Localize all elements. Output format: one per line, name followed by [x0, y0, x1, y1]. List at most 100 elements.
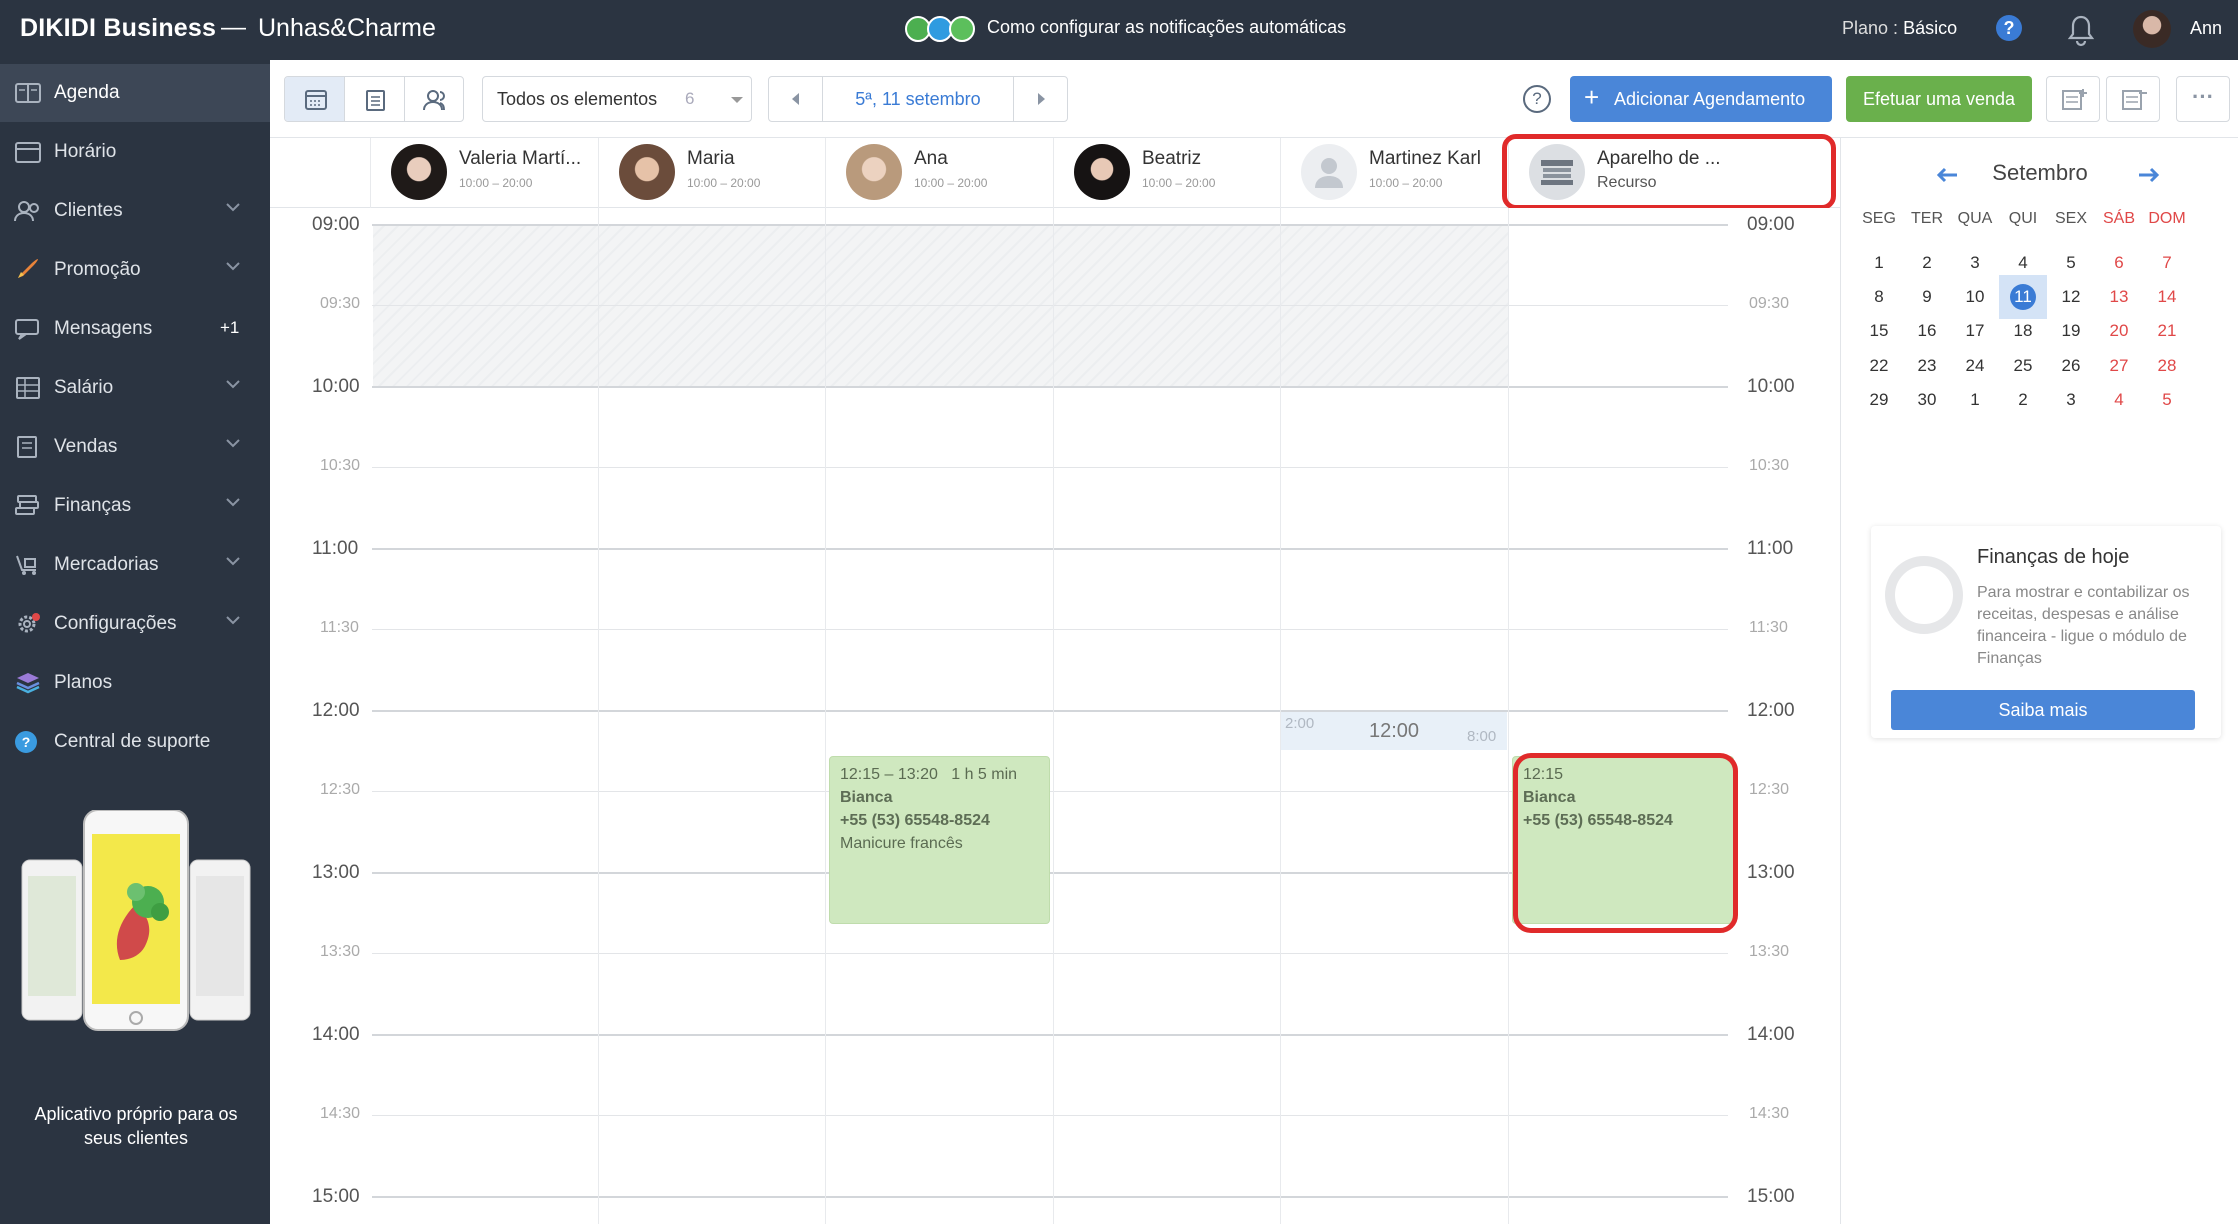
hour-line	[372, 548, 1728, 550]
make-sale-button[interactable]: Efetuar uma venda	[1846, 76, 2032, 122]
plan-indicator[interactable]: Plano : Básico	[1842, 18, 1957, 39]
calendar-day[interactable]: 5	[2143, 378, 2191, 422]
calendar-day[interactable]: 4	[2095, 378, 2143, 422]
today-marker: 11	[2010, 284, 2036, 311]
weekday-label: QUI	[2008, 210, 2038, 227]
calendar-day[interactable]: 2	[1999, 378, 2047, 422]
calendar-day[interactable]: 30	[1903, 378, 1951, 422]
chevron-down-icon	[226, 616, 240, 625]
calendar-day[interactable]: 3	[2047, 378, 2095, 422]
sidebar-item-label: Promoção	[54, 259, 141, 280]
promo-link-text[interactable]: Como configurar as notificações automáti…	[987, 17, 1346, 38]
time-label: 14:00	[1747, 1024, 1795, 1045]
resource-header-highlight	[1502, 134, 1836, 210]
sidebar-item-label: Configurações	[54, 613, 177, 634]
slot-time: 12:00	[1369, 720, 1420, 742]
staff-icon	[423, 90, 445, 111]
plans-icon	[16, 673, 40, 694]
hour-line	[372, 1196, 1728, 1198]
time-label: 13:30	[1749, 943, 1790, 960]
calendar-day[interactable]: 29	[1855, 378, 1903, 422]
add-appointment-button[interactable]: + Adicionar Agendamento	[1570, 76, 1832, 122]
bell-icon[interactable]	[2066, 13, 2096, 47]
sidebar-item-horario[interactable]: Horário	[0, 123, 270, 181]
staff-avatar	[1074, 144, 1130, 200]
help-icon[interactable]: ?	[1996, 15, 2022, 41]
slot-end-fragment: 8:00	[1467, 728, 1497, 745]
staff-view-button[interactable]	[405, 77, 463, 121]
calendar-view-button[interactable]	[285, 77, 345, 121]
clients-icon	[14, 201, 39, 222]
sidebar-item-label: Central de suporte	[54, 731, 211, 752]
sidebar-item-label: Mercadorias	[54, 554, 159, 575]
user-avatar[interactable]	[2133, 10, 2171, 48]
weekday-label: SÁB	[2102, 210, 2135, 227]
time-label: 09:30	[320, 295, 361, 312]
chevron-down-icon	[226, 262, 240, 271]
sidebar-item-mensagens[interactable]: Mensagens +1	[0, 300, 270, 358]
filter-label: Todos os elementos	[497, 89, 658, 109]
sidebar-item-configuracoes[interactable]: Configurações	[0, 595, 270, 653]
sidebar-item-mercadorias[interactable]: Mercadorias	[0, 536, 270, 594]
dropdown-caret-icon	[731, 97, 743, 103]
column-divider	[598, 208, 599, 1224]
resource-appointment-highlight	[1513, 753, 1738, 933]
appointment-duration: 1 h 5 min	[951, 766, 1018, 783]
staff-column-header[interactable]: Beatriz 10:00 – 20:00	[1053, 138, 1280, 208]
sidebar-item-planos[interactable]: Planos	[0, 654, 270, 712]
chevron-down-icon	[226, 557, 240, 566]
sidebar-item-financas[interactable]: Finanças	[0, 477, 270, 535]
sidebar-item-suporte[interactable]: ? Central de suporte	[0, 713, 270, 771]
time-label: 15:00	[312, 1186, 360, 1207]
time-label: 13:00	[1747, 862, 1795, 883]
next-month-icon[interactable]	[2137, 166, 2161, 184]
hour-line	[372, 386, 1728, 388]
weekday-label: SEG	[1862, 210, 1896, 227]
cash-out-button[interactable]	[2106, 76, 2160, 122]
user-name[interactable]: Ann	[2190, 18, 2222, 39]
brand-logo[interactable]: DIKIDI Business	[20, 14, 216, 43]
staff-hours: 10:00 – 20:00	[914, 176, 988, 190]
half-hour-line	[372, 1115, 1728, 1116]
more-options-button[interactable]: ···	[2176, 76, 2230, 122]
staff-column-header[interactable]: Martinez Karl 10:00 – 20:00	[1280, 138, 1507, 208]
sidebar-item-agenda[interactable]: Agenda	[0, 64, 270, 122]
sidebar-item-promocao[interactable]: Promoção	[0, 241, 270, 299]
prev-day-button[interactable]	[769, 77, 823, 121]
appointment-service: Manicure francês	[840, 835, 963, 852]
salon-name[interactable]: Unhas&Charme	[258, 14, 436, 43]
next-day-button[interactable]	[1013, 77, 1067, 121]
weekday-label: QUA	[1957, 210, 1993, 227]
sidebar-item-clientes[interactable]: Clientes	[0, 182, 270, 240]
elements-filter-select[interactable]: Todos os elementos 6	[482, 76, 752, 122]
time-label: 13:30	[320, 943, 361, 960]
messages-badge: +1	[220, 318, 240, 337]
filter-count: 6	[685, 89, 695, 108]
current-date[interactable]: 5ª, 11 setembro	[823, 89, 1013, 110]
staff-avatar	[391, 144, 447, 200]
app-promo[interactable]: Aplicativo próprio para os seus clientes	[20, 810, 252, 1170]
staff-column-header[interactable]: Maria 10:00 – 20:00	[598, 138, 825, 208]
hour-line	[372, 224, 1728, 226]
column-divider	[1053, 208, 1054, 1224]
weekday-label: DOM	[2148, 210, 2186, 227]
staff-column-header[interactable]: Ana 10:00 – 20:00	[825, 138, 1052, 208]
time-label: 10:30	[1749, 457, 1790, 474]
question-icon[interactable]: ?	[1523, 85, 1551, 113]
time-label: 11:00	[312, 538, 359, 559]
calendar-day[interactable]: 1	[1951, 378, 1999, 422]
sidebar-item-vendas[interactable]: Vendas	[0, 418, 270, 476]
list-view-button[interactable]	[345, 77, 405, 121]
appointment-card[interactable]: 12:15 – 13:20 1 h 5 min Bianca +55 (53) …	[829, 756, 1050, 924]
sidebar-item-salario[interactable]: Salário	[0, 359, 270, 417]
staff-avatar	[619, 144, 675, 200]
learn-more-button[interactable]: Saiba mais	[1891, 690, 2195, 730]
weekday-label: SEX	[2054, 210, 2087, 227]
half-hour-line	[372, 629, 1728, 630]
cash-in-button[interactable]	[2046, 76, 2100, 122]
hover-time-slot[interactable]: 2:00 12:00 8:00	[1281, 712, 1507, 750]
staff-column-header[interactable]: Valeria Martí... 10:00 – 20:00	[370, 138, 597, 208]
staff-hours: 10:00 – 20:00	[687, 176, 761, 190]
chevron-down-icon	[226, 498, 240, 507]
weekday-label: TER	[1911, 210, 1943, 227]
